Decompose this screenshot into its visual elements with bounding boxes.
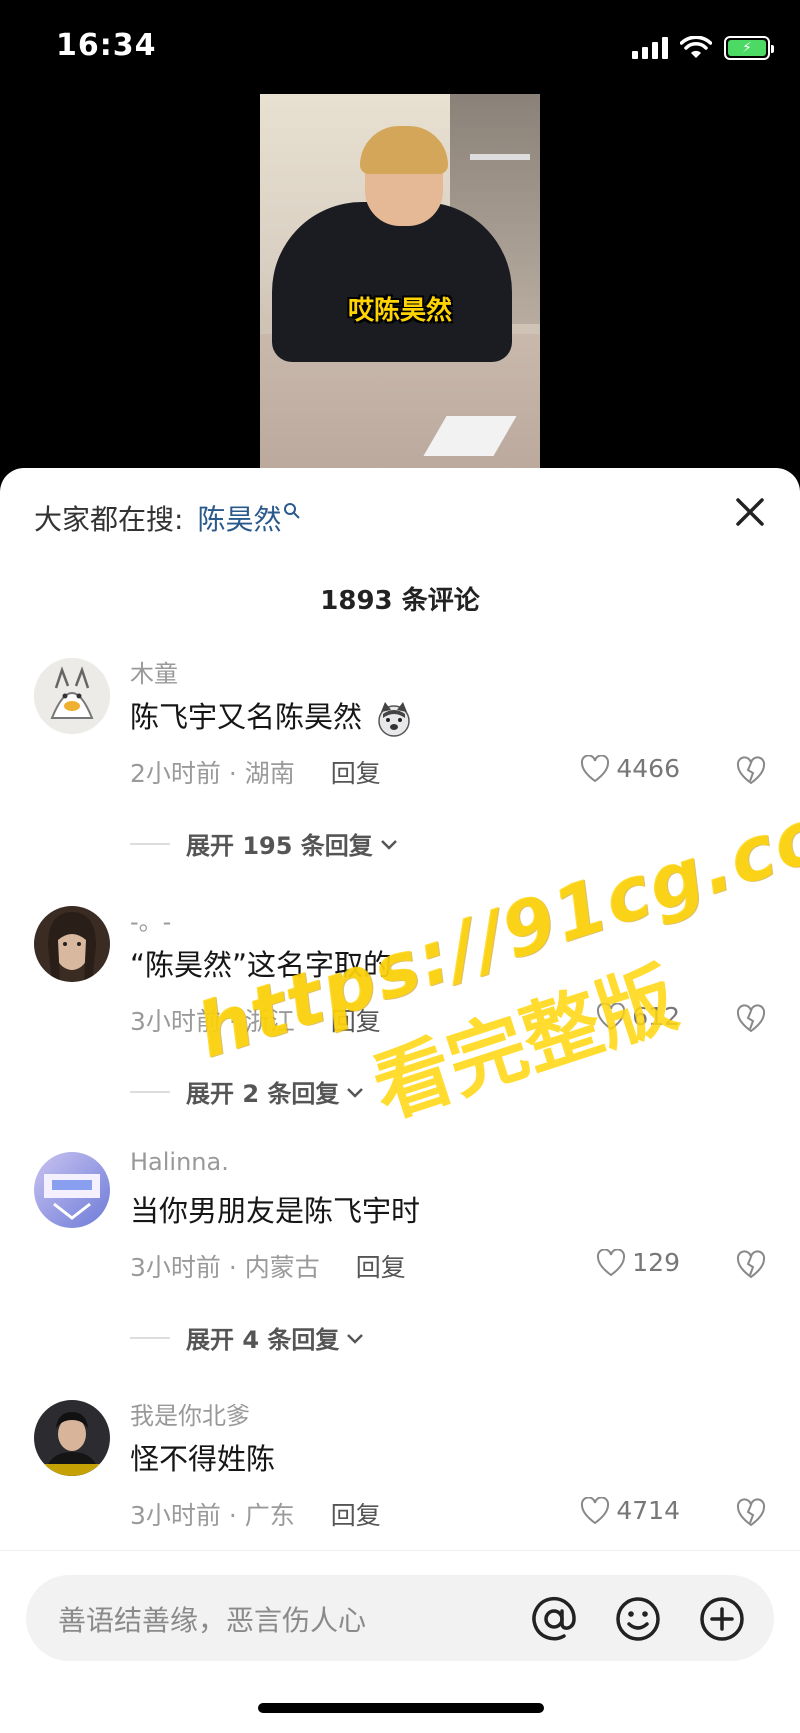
wifi-icon	[680, 36, 712, 58]
comment-time-location: 2小时前 · 湖南	[130, 759, 295, 788]
emoji-icon[interactable]	[614, 1595, 662, 1643]
chevron-down-icon	[380, 839, 397, 850]
comment-username[interactable]: 木童	[130, 654, 178, 689]
avatar[interactable]	[34, 1152, 110, 1228]
comment-username[interactable]: 我是你北爹	[130, 1396, 250, 1431]
comment-meta: 2小时前 · 湖南 回复	[130, 754, 381, 790]
dog-emoji-icon	[378, 702, 410, 737]
reply-button[interactable]: 回复	[331, 1496, 381, 1532]
plus-icon[interactable]	[698, 1595, 746, 1643]
video-player[interactable]: 哎陈昊然	[0, 90, 800, 470]
reply-button[interactable]: 回复	[356, 1248, 406, 1284]
like-button[interactable]: 612	[596, 1002, 680, 1031]
like-count: 129	[632, 1248, 680, 1277]
comment-item: 我是你北爹 怪不得姓陈 3小时前 · 广东 回复 4714	[0, 1400, 800, 1540]
status-icons: ⚡	[632, 36, 774, 60]
like-count: 612	[632, 1002, 680, 1031]
expand-replies-button[interactable]: 展开 195 条回复	[130, 826, 401, 861]
comment-meta: 3小时前 · 广东 回复	[130, 1496, 381, 1532]
search-icon	[284, 503, 301, 519]
comment-text-content: 陈飞宇又名陈昊然	[130, 700, 363, 734]
comment-text: “陈昊然”这名字取的	[130, 948, 393, 982]
heart-icon	[581, 1496, 610, 1524]
comment-item: Halinna. 当你男朋友是陈飞宇时 3小时前 · 内蒙古 回复 129 展开…	[0, 1148, 800, 1382]
comment-username[interactable]: Halinna.	[130, 1148, 229, 1176]
comment-time-location: 3小时前 · 浙江	[130, 1007, 295, 1036]
expand-replies-label: 展开 195 条回复	[186, 832, 373, 860]
comment-text: 陈飞宇又名陈昊然	[130, 694, 413, 738]
battery-icon: ⚡	[724, 36, 774, 60]
heart-icon	[581, 754, 610, 782]
expand-replies-label: 展开 2 条回复	[186, 1080, 340, 1108]
comment-time-location: 3小时前 · 广东	[130, 1501, 295, 1530]
like-count: 4466	[616, 754, 680, 783]
avatar[interactable]	[34, 658, 110, 734]
search-suggestion[interactable]: 大家都在搜: 陈昊然	[34, 498, 301, 538]
comment-text: 当你男朋友是陈飞宇时	[130, 1194, 421, 1228]
home-indicator[interactable]	[258, 1703, 544, 1713]
comment-sheet: 大家都在搜: 陈昊然 1893 条评论 木童 陈飞宇又名陈昊然 2小时前 · 湖…	[0, 468, 800, 1733]
comment-item: 木童 陈飞宇又名陈昊然 2小时前 · 湖南 回复 4466 展开 195 条回复	[0, 658, 800, 888]
status-bar: 16:34 ⚡	[0, 0, 800, 100]
expand-replies-label: 展开 4 条回复	[186, 1326, 340, 1354]
like-button[interactable]: 4466	[580, 754, 680, 783]
reply-button[interactable]: 回复	[331, 754, 381, 790]
signal-icon	[632, 37, 668, 59]
expand-divider	[130, 1090, 170, 1093]
dislike-heart-icon[interactable]	[736, 756, 766, 786]
comment-time-location: 3小时前 · 内蒙古	[130, 1253, 320, 1282]
comment-item: -。- “陈昊然”这名字取的 3小时前 · 浙江 回复 612 展开 2 条回复	[0, 906, 800, 1136]
like-button[interactable]: 4714	[580, 1496, 680, 1525]
comment-meta: 3小时前 · 浙江 回复	[130, 1002, 381, 1038]
chevron-down-icon	[347, 1333, 364, 1344]
dislike-heart-icon[interactable]	[736, 1004, 766, 1034]
at-icon[interactable]	[530, 1595, 578, 1643]
expand-replies-button[interactable]: 展开 4 条回复	[130, 1320, 367, 1355]
expand-divider	[130, 1336, 170, 1339]
expand-divider	[130, 842, 170, 845]
comment-input-bar: 善语结善缘，恶言伤人心	[0, 1550, 800, 1733]
comment-meta: 3小时前 · 内蒙古 回复	[130, 1248, 406, 1284]
expand-replies-button[interactable]: 展开 2 条回复	[130, 1074, 367, 1109]
video-subtitle: 哎陈昊然	[347, 296, 452, 326]
comment-count: 1893 条评论	[320, 586, 480, 616]
video-frame: 哎陈昊然	[260, 94, 540, 470]
status-time: 16:34	[56, 28, 157, 63]
like-button[interactable]: 129	[596, 1248, 680, 1277]
comment-username[interactable]: -。-	[130, 902, 171, 937]
like-count: 4714	[616, 1496, 680, 1525]
avatar[interactable]	[34, 1400, 110, 1476]
heart-icon	[597, 1248, 626, 1276]
comment-input-placeholder: 善语结善缘，恶言伤人心	[58, 1604, 367, 1637]
search-term-link[interactable]: 陈昊然	[197, 498, 281, 538]
chevron-down-icon	[347, 1087, 364, 1098]
comment-text: 怪不得姓陈	[130, 1442, 276, 1476]
reply-button[interactable]: 回复	[331, 1002, 381, 1038]
heart-icon	[597, 1002, 626, 1030]
search-prefix: 大家都在搜:	[34, 503, 184, 536]
dislike-heart-icon[interactable]	[736, 1498, 766, 1528]
comment-input[interactable]: 善语结善缘，恶言伤人心	[26, 1575, 774, 1661]
close-icon[interactable]	[730, 492, 770, 532]
dislike-heart-icon[interactable]	[736, 1250, 766, 1280]
avatar[interactable]	[34, 906, 110, 982]
